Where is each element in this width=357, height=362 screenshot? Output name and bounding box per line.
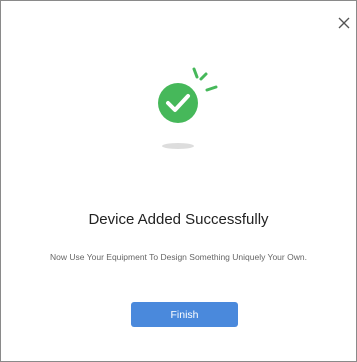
dialog-title: Device Added Successfully xyxy=(88,211,269,228)
dialog-message: Now Use Your Equipment To Design Somethi… xyxy=(50,252,307,262)
finish-button[interactable]: Finish xyxy=(131,302,238,327)
success-circle xyxy=(158,83,198,123)
icon-shadow xyxy=(162,143,194,149)
sparkle-left xyxy=(192,67,199,79)
check-circle-icon xyxy=(158,67,218,149)
close-icon[interactable] xyxy=(336,15,352,31)
success-dialog: Device Added Successfully Now Use Your E… xyxy=(0,0,357,362)
sparkle-middle xyxy=(199,72,208,81)
sparkle-right xyxy=(205,85,218,92)
